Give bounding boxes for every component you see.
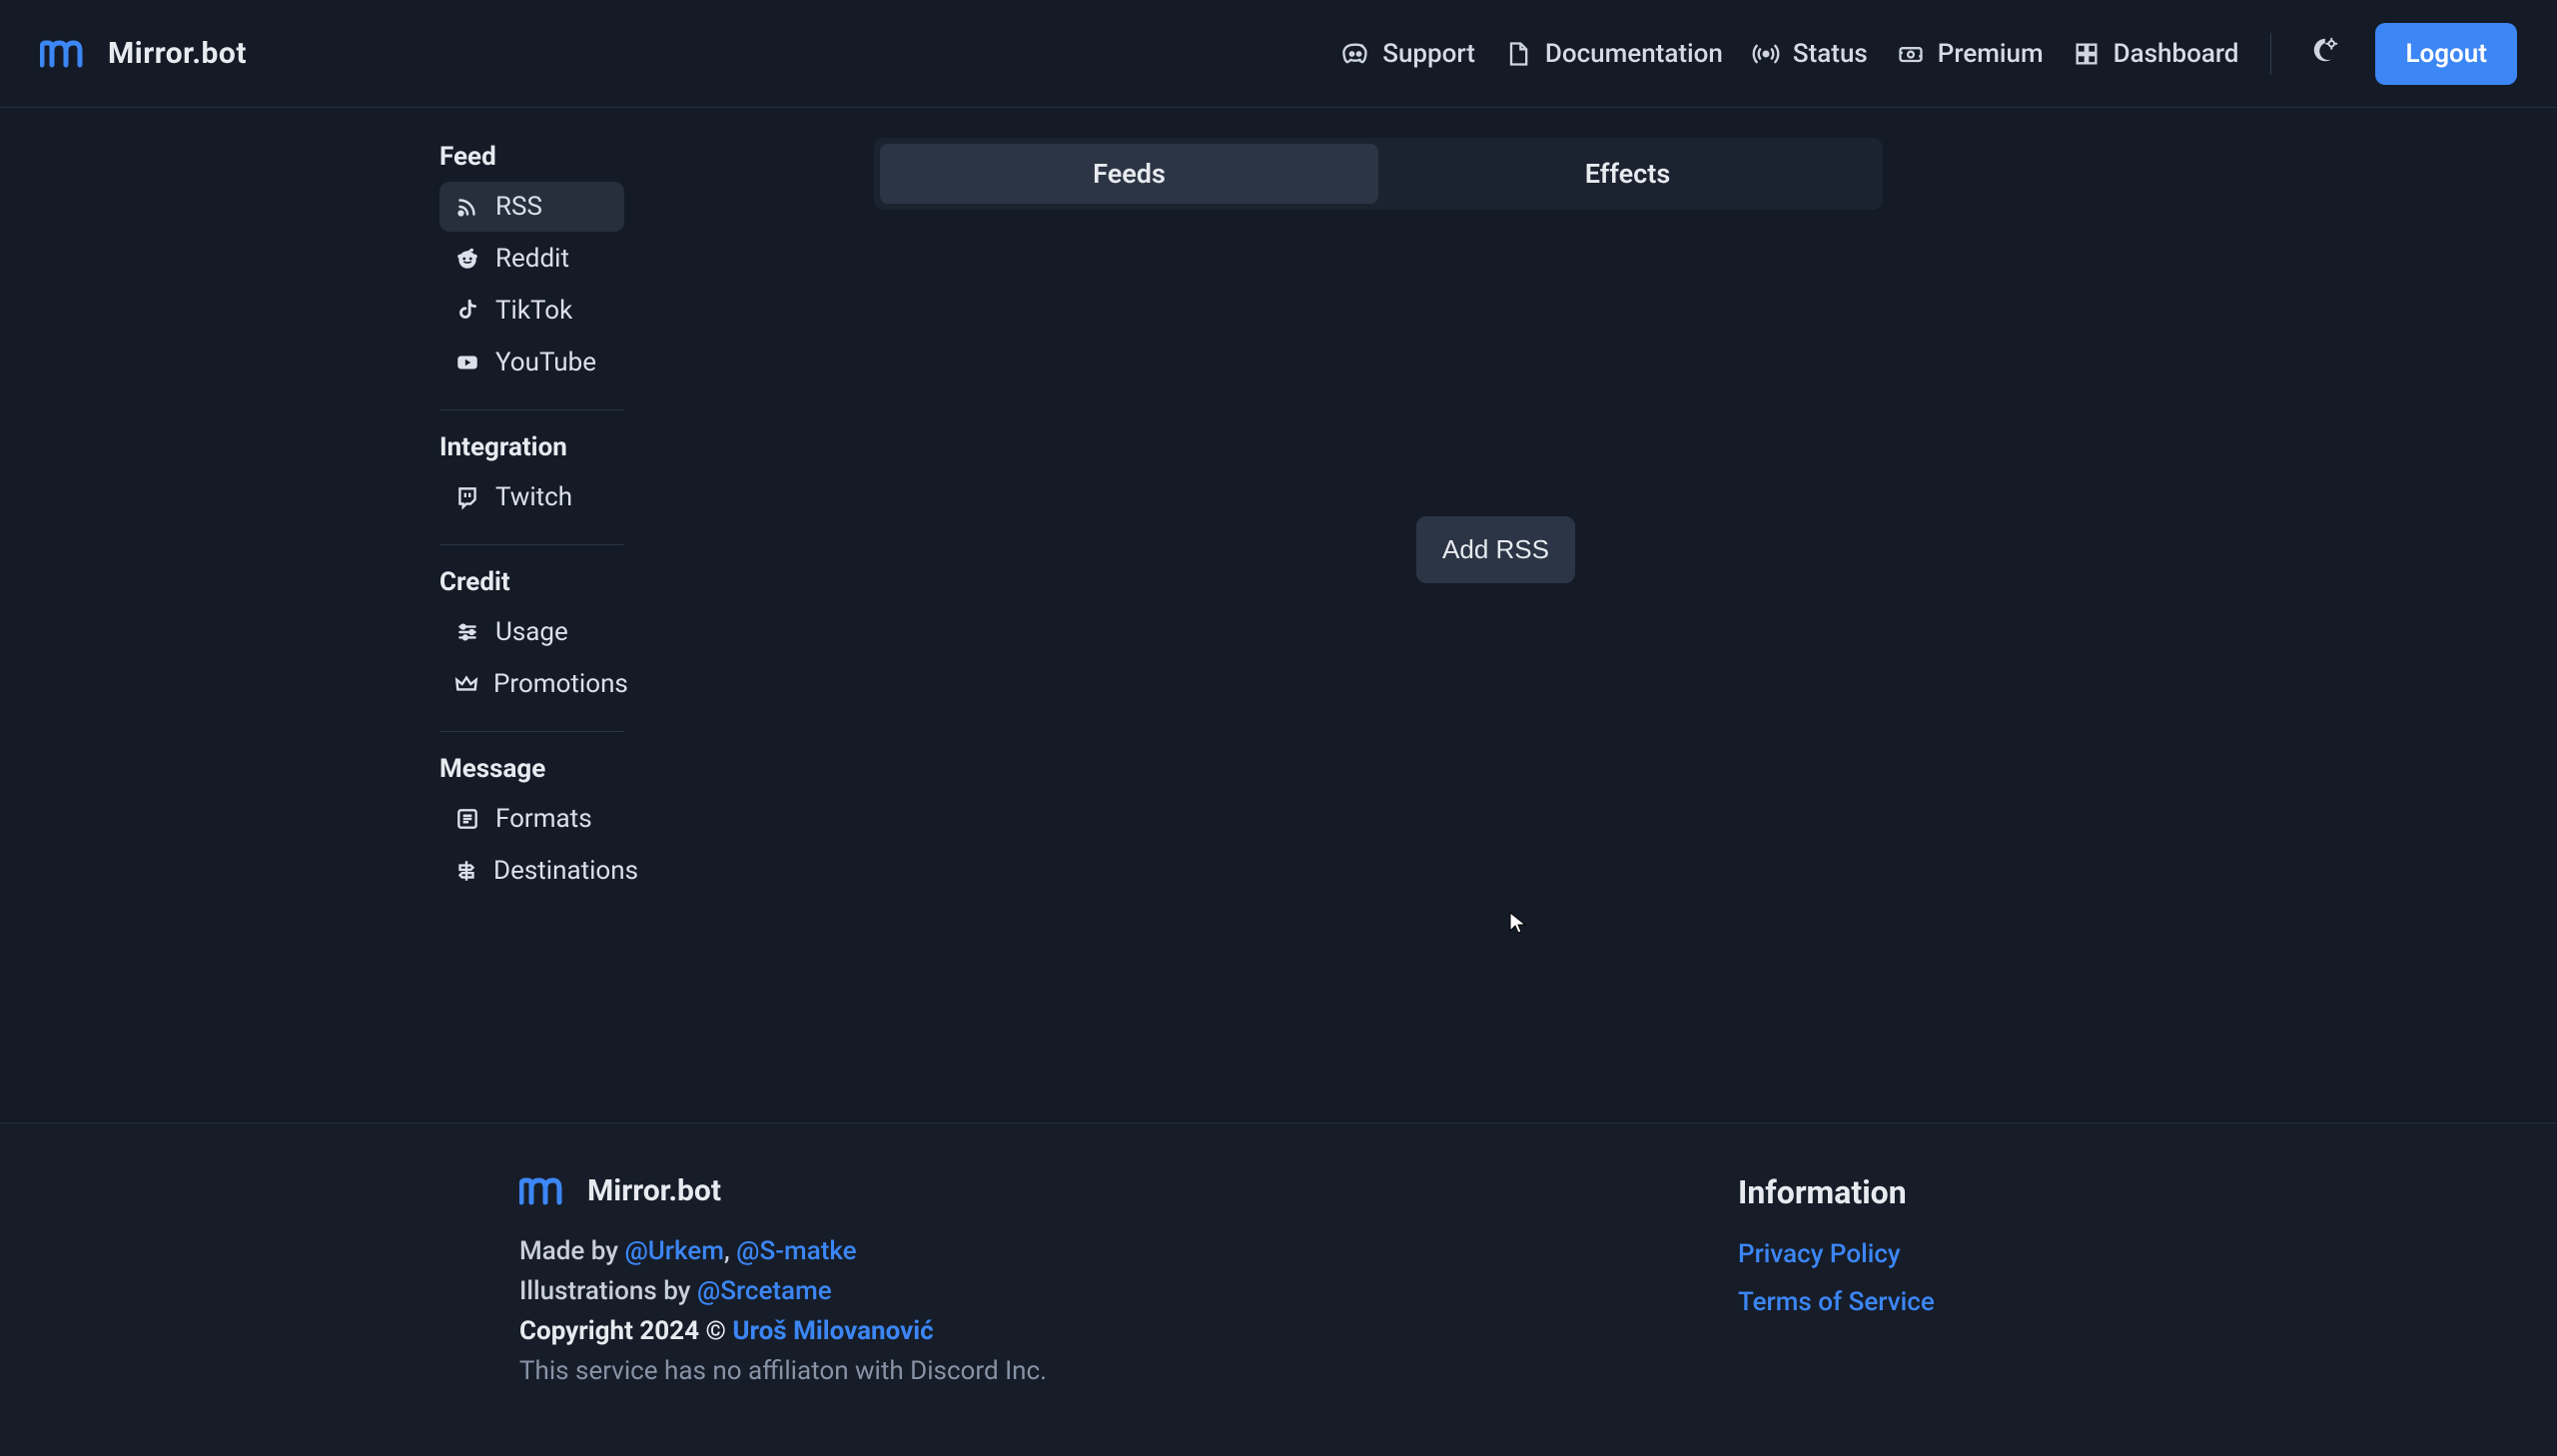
nav-dashboard[interactable]: Dashboard xyxy=(2072,39,2239,69)
footer-link-srcetame[interactable]: @Srcetame xyxy=(697,1276,832,1306)
sidebar: Feed RSS Reddit TikTok xyxy=(0,138,624,1122)
tiktok-icon xyxy=(453,297,481,325)
topbar: Mirror.bot Support Documentation Status … xyxy=(0,0,2557,108)
crown-icon xyxy=(453,670,479,698)
nav-documentation-label: Documentation xyxy=(1545,39,1723,69)
sidebar-item-label: Destinations xyxy=(493,856,638,886)
nav-support[interactable]: Support xyxy=(1340,39,1475,69)
footer-illustrations: Illustrations by @Srcetame xyxy=(519,1276,1548,1306)
nav-support-label: Support xyxy=(1382,39,1475,69)
footer-brand-name: Mirror.bot xyxy=(587,1173,721,1208)
sidebar-item-youtube[interactable]: YouTube xyxy=(439,338,624,387)
footer-disclaimer: This service has no affiliaton with Disc… xyxy=(519,1356,1548,1386)
main-area: Feed RSS Reddit TikTok xyxy=(0,108,2557,1122)
sidebar-heading-feed: Feed xyxy=(439,138,624,182)
twitch-icon xyxy=(453,483,481,511)
sliders-icon xyxy=(453,618,481,646)
broadcast-icon xyxy=(1751,39,1781,69)
youtube-icon xyxy=(453,349,481,376)
nav-premium[interactable]: Premium xyxy=(1896,39,2044,69)
sidebar-item-label: YouTube xyxy=(495,348,596,377)
nav-premium-label: Premium xyxy=(1938,39,2044,69)
add-rss-button-label: Add RSS xyxy=(1442,534,1549,564)
sidebar-heading-credit: Credit xyxy=(439,563,624,607)
nav-status[interactable]: Status xyxy=(1751,39,1868,69)
cash-icon xyxy=(1896,39,1926,69)
sidebar-item-label: TikTok xyxy=(495,296,572,326)
sidebar-item-formats[interactable]: Formats xyxy=(439,794,624,844)
brand-logo-icon xyxy=(519,1176,569,1206)
tab-feeds[interactable]: Feeds xyxy=(880,144,1378,204)
sidebar-item-label: Usage xyxy=(495,617,568,647)
sidebar-item-reddit[interactable]: Reddit xyxy=(439,234,624,284)
sidebar-item-twitch[interactable]: Twitch xyxy=(439,472,624,522)
logout-button[interactable]: Logout xyxy=(2375,23,2517,85)
sidebar-item-rss[interactable]: RSS xyxy=(439,182,624,232)
brand-logo-icon xyxy=(40,39,90,69)
tab-effects-label: Effects xyxy=(1585,158,1670,190)
footer-link-author[interactable]: Uroš Milovanović xyxy=(732,1316,933,1346)
footer-info-heading: Information xyxy=(1738,1173,1935,1211)
sidebar-item-destinations[interactable]: Destinations xyxy=(439,846,624,896)
footer-link-smatke[interactable]: @S-matke xyxy=(736,1236,856,1266)
sidebar-divider xyxy=(439,544,624,545)
tab-feeds-label: Feeds xyxy=(1093,158,1166,190)
discord-icon xyxy=(1340,39,1370,69)
brand-name: Mirror.bot xyxy=(108,36,247,71)
footer-link-privacy[interactable]: Privacy Policy xyxy=(1738,1239,1935,1269)
footer-made-by-prefix: Made by xyxy=(519,1236,624,1266)
footer-link-tos[interactable]: Terms of Service xyxy=(1738,1287,1935,1317)
sidebar-item-label: Twitch xyxy=(495,482,572,512)
sidebar-item-label: RSS xyxy=(495,192,542,222)
footer-link-urkem[interactable]: @Urkem xyxy=(624,1236,723,1266)
sidebar-item-promotions[interactable]: Promotions xyxy=(439,659,624,709)
footer-made-by-sep: , xyxy=(724,1236,736,1266)
top-nav: Support Documentation Status Premium Das… xyxy=(1340,23,2517,85)
list-box-icon xyxy=(453,805,481,833)
dashboard-icon xyxy=(2072,39,2102,69)
logout-button-label: Logout xyxy=(2405,39,2487,69)
brand[interactable]: Mirror.bot xyxy=(40,36,247,71)
sidebar-item-label: Formats xyxy=(495,804,592,834)
footer-left: Mirror.bot Made by @Urkem, @S-matke Illu… xyxy=(0,1173,1548,1396)
sidebar-item-usage[interactable]: Usage xyxy=(439,607,624,657)
dark-mode-icon xyxy=(2310,35,2340,72)
rss-icon xyxy=(453,193,481,221)
footer: Mirror.bot Made by @Urkem, @S-matke Illu… xyxy=(0,1122,2557,1456)
sidebar-item-tiktok[interactable]: TikTok xyxy=(439,286,624,336)
add-rss-button[interactable]: Add RSS xyxy=(1416,516,1575,583)
sidebar-heading-message: Message xyxy=(439,750,624,794)
nav-separator xyxy=(2270,33,2271,75)
footer-copyright: Copyright 2024 © Uroš Milovanović xyxy=(519,1316,1548,1346)
sidebar-item-label: Reddit xyxy=(495,244,569,274)
sidebar-heading-integration: Integration xyxy=(439,428,624,472)
tabbar: Feeds Effects xyxy=(874,138,1883,210)
file-icon xyxy=(1503,39,1533,69)
sidebar-item-label: Promotions xyxy=(493,669,628,699)
sidebar-divider xyxy=(439,409,624,410)
tab-effects[interactable]: Effects xyxy=(1378,144,1877,204)
footer-right: Information Privacy Policy Terms of Serv… xyxy=(1548,1173,1935,1396)
signpost-icon xyxy=(453,857,479,885)
content: Feeds Effects Add RSS xyxy=(624,138,2557,1122)
theme-toggle[interactable] xyxy=(2303,32,2347,76)
nav-status-label: Status xyxy=(1793,39,1868,69)
footer-brand[interactable]: Mirror.bot xyxy=(519,1173,1548,1208)
reddit-icon xyxy=(453,245,481,273)
sidebar-divider xyxy=(439,731,624,732)
footer-made-by: Made by @Urkem, @S-matke xyxy=(519,1236,1548,1266)
nav-dashboard-label: Dashboard xyxy=(2114,39,2239,69)
content-body: Add RSS xyxy=(874,210,2118,889)
footer-illustrations-prefix: Illustrations by xyxy=(519,1276,697,1306)
footer-copyright-prefix: Copyright 2024 © xyxy=(519,1316,732,1346)
nav-documentation[interactable]: Documentation xyxy=(1503,39,1723,69)
